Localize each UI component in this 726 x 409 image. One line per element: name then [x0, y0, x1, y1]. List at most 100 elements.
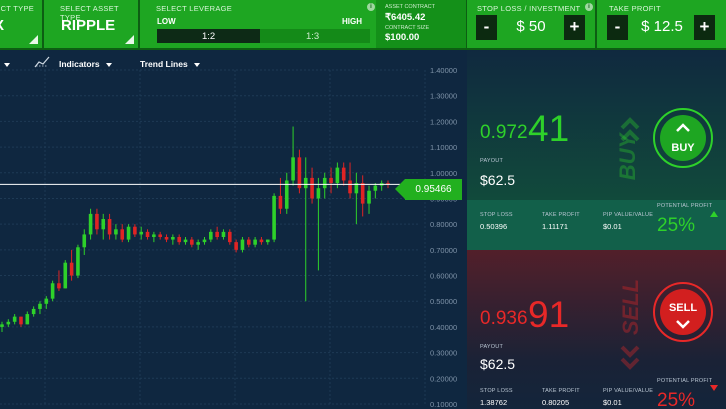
stop-loss-minus-button[interactable]: - [476, 15, 497, 40]
sell-section: 0.936 91 PAYOUT $62.5 SELL SELL STOP LOS… [467, 250, 726, 409]
buy-take-profit-label: TAKE PROFIT [542, 212, 580, 218]
y-tick-label: 0.50000 [430, 297, 457, 306]
buy-stats: STOP LOSS 0.50396 TAKE PROFIT 1.11171 PI… [467, 200, 726, 250]
candle-body [164, 237, 169, 240]
candle-body [335, 167, 340, 184]
buy-button-label: BUY [671, 142, 695, 154]
buy-payout-value: $62.5 [480, 172, 516, 188]
asset-selector[interactable]: SELECT ASSET TYPE RIPPLE [44, 0, 138, 48]
asset-value: RIPPLE [61, 17, 116, 34]
candle-body [139, 231, 144, 235]
sell-price-suffix: 91 [528, 294, 570, 335]
contract-size-caption: CONTRACT SIZE [385, 25, 430, 31]
candle-body [76, 247, 80, 276]
candle-body [6, 321, 11, 325]
candle-body [101, 219, 106, 230]
candle-body [133, 226, 137, 235]
candle-body [221, 231, 226, 237]
chevron-down-icon [676, 320, 690, 329]
candle-body [234, 242, 238, 250]
buy-pip-label: PIP VALUE/VALUE [603, 212, 654, 218]
sell-button-label: SELL [668, 302, 698, 314]
take-profit-minus-button[interactable]: - [607, 15, 628, 40]
current-price-tag: 0.95466 [395, 179, 462, 200]
trading-app: PRODUCT TYPE X SELECT ASSET TYPE RIPPLE … [0, 0, 726, 409]
y-tick-label: 0.80000 [430, 220, 457, 229]
buy-chevrons-icon [620, 117, 640, 142]
candle-body [120, 229, 125, 240]
candle-body [82, 234, 87, 248]
leverage-option-1[interactable]: 1:2 [202, 31, 215, 42]
candle-body [0, 324, 4, 327]
candle-body [202, 239, 207, 243]
buy-pip-value: $0.01 [603, 222, 622, 231]
leverage-low-label: LOW [157, 17, 176, 26]
candle-body [228, 231, 232, 243]
product-type-selector[interactable]: PRODUCT TYPE X [0, 0, 42, 48]
take-profit-caption: TAKE PROFIT [609, 4, 661, 13]
stop-loss-control: STOP LOSS / INVESTMENT i - $ 50 + [467, 0, 595, 48]
y-tick-label: 0.40000 [430, 323, 457, 332]
candle-body [215, 231, 219, 237]
candle-body [310, 177, 314, 199]
asset-contract-value: ₹6405.42 [385, 12, 426, 23]
sell-payout-label: PAYOUT [480, 344, 503, 350]
dropdown-corner-icon [125, 35, 134, 44]
candle-body [88, 213, 93, 235]
sell-stop-loss-value: 1.38762 [480, 398, 508, 407]
top-bar: PRODUCT TYPE X SELECT ASSET TYPE RIPPLE … [0, 0, 726, 50]
candle-body [209, 231, 213, 240]
info-icon[interactable]: i [367, 3, 375, 11]
candle-body [31, 308, 36, 315]
sell-button[interactable]: SELL [653, 282, 713, 342]
candle-body [44, 298, 49, 304]
candle-body [158, 234, 162, 237]
candle-body [183, 239, 188, 243]
candle-body [348, 180, 352, 194]
candle-body [272, 195, 276, 240]
y-tick-label: 0.10000 [430, 400, 457, 409]
stop-loss-plus-button[interactable]: + [564, 15, 585, 40]
candlestick-chart: 1.400001.300001.200001.100001.000000.900… [0, 66, 457, 409]
candle-body [63, 262, 68, 289]
candle-body [322, 177, 327, 189]
buy-potential-label: POTENTIAL PROFIT [657, 203, 713, 209]
candle-body [69, 262, 74, 276]
buy-button[interactable]: BUY [653, 108, 713, 168]
candle-body [297, 157, 302, 189]
chevron-up-icon [676, 123, 690, 132]
candle-body [316, 188, 321, 199]
candle-body [196, 242, 200, 245]
stop-loss-value: $ 50 [516, 18, 546, 35]
leverage-option-2[interactable]: 1:3 [306, 31, 319, 42]
take-profit-control: TAKE PROFIT - $ 12.5 + [597, 0, 726, 48]
candle-body [126, 226, 131, 240]
candle-body [177, 237, 181, 243]
candle-body [240, 239, 245, 250]
buy-section: 0.972 41 PAYOUT $62.5 BUY BUY [467, 50, 726, 200]
price-chart-area[interactable]: Indicators Trend Lines 1.40000 1.30000 1.2… [0, 50, 467, 409]
y-tick-label: 1.10000 [430, 143, 457, 152]
candle-body [12, 316, 17, 322]
leverage-slider[interactable]: 1:2 1:3 [157, 29, 370, 43]
y-tick-label: 0.70000 [430, 246, 457, 255]
info-icon[interactable]: i [585, 3, 593, 11]
sell-potential-value: 25% [657, 390, 696, 409]
buy-take-profit-value: 1.11171 [542, 222, 568, 231]
buy-payout-label: PAYOUT [480, 158, 503, 164]
candle-body [38, 303, 42, 309]
sell-pip-label: PIP VALUE/VALUE [603, 388, 654, 394]
sell-pip-value: $0.01 [603, 398, 622, 407]
candle-body [373, 185, 378, 191]
take-profit-plus-button[interactable]: + [694, 15, 715, 40]
candle-body [253, 239, 257, 245]
y-tick-label: 0.60000 [430, 272, 457, 281]
buy-price-suffix: 41 [528, 108, 570, 149]
buy-button-face [660, 115, 706, 161]
candle-body [171, 237, 175, 240]
candle-body [95, 213, 99, 230]
asset-contract-caption: ASSET CONTRACT [385, 4, 436, 10]
sell-stop-loss-label: STOP LOSS [480, 388, 513, 394]
sell-take-profit-label: TAKE PROFIT [542, 388, 580, 394]
buy-price-prefix: 0.972 [480, 122, 528, 143]
